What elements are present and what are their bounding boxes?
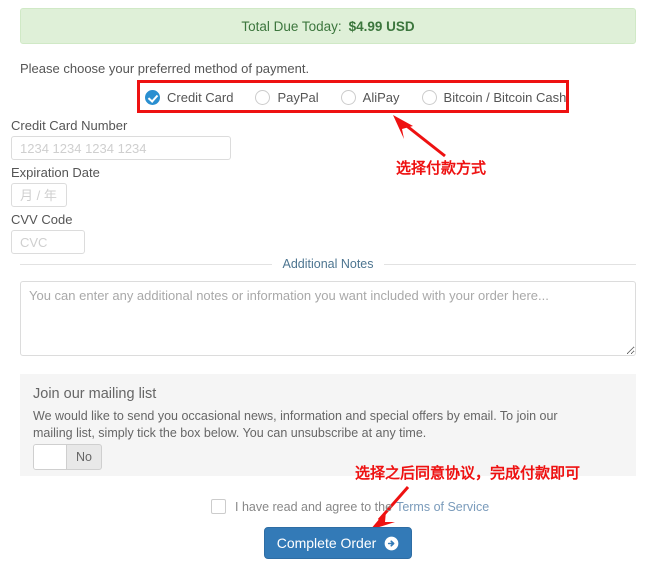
annotation-text-payment: 选择付款方式 (396, 160, 487, 177)
terms-text: I have read and agree to the (235, 499, 393, 514)
payment-option-label: Bitcoin / Bitcoin Cash (443, 89, 567, 105)
expiration-date-label: Expiration Date (11, 165, 100, 180)
total-due-amount: $4.99 USD (348, 18, 415, 34)
mailing-list-title: Join our mailing list (33, 386, 157, 402)
payment-option-label: PayPal (277, 89, 319, 105)
toggle-value-label: No (76, 450, 92, 464)
additional-notes-title: Additional Notes (282, 257, 374, 271)
complete-order-button[interactable]: Complete Order (264, 527, 412, 559)
credit-card-number-label: Credit Card Number (11, 118, 128, 133)
radio-alipay[interactable] (340, 89, 356, 105)
radio-bitcoin[interactable] (421, 89, 437, 105)
credit-card-number-input[interactable] (11, 136, 231, 160)
annotation-arrow-payment (393, 115, 446, 158)
payment-option-label: Credit Card (167, 89, 234, 105)
payment-method-options: Credit Card PayPal AliPay Bitcoin / Bitc… (145, 87, 566, 107)
terms-agreement-row: I have read and agree to the Terms of Se… (211, 499, 489, 514)
arrow-right-circle-icon (384, 536, 399, 550)
payment-option-bitcoin[interactable]: Bitcoin / Bitcoin Cash (421, 89, 567, 105)
total-due-banner: Total Due Today: $4.99 USD (20, 8, 636, 44)
terms-of-service-link[interactable]: Terms of Service (396, 500, 489, 514)
cvv-code-input[interactable] (11, 230, 85, 254)
toggle-knob[interactable] (34, 445, 67, 469)
complete-order-label: Complete Order (276, 535, 377, 551)
terms-checkbox[interactable] (211, 499, 226, 514)
expiration-date-input[interactable] (11, 183, 67, 207)
radio-credit-card[interactable] (145, 89, 160, 105)
divider-line-left (20, 263, 273, 265)
payment-option-credit-card[interactable]: Credit Card (145, 89, 234, 105)
radio-paypal[interactable] (255, 89, 271, 105)
mailing-list-description: We would like to send you occasional new… (33, 409, 558, 441)
payment-method-prompt: Please choose your preferred method of p… (20, 61, 310, 76)
additional-notes-textarea[interactable] (20, 281, 636, 356)
divider-line-right (383, 263, 636, 265)
payment-option-paypal[interactable]: PayPal (255, 89, 319, 105)
total-due-label: Total Due Today: (241, 18, 342, 34)
additional-notes-divider: Additional Notes (20, 257, 636, 271)
cvv-code-label: CVV Code (11, 212, 73, 227)
payment-option-label: AliPay (362, 89, 400, 105)
payment-option-alipay[interactable]: AliPay (340, 89, 400, 105)
mailing-list-toggle[interactable]: No (33, 444, 102, 470)
annotation-text-terms: 选择之后同意协议，完成付款即可 (355, 465, 581, 482)
